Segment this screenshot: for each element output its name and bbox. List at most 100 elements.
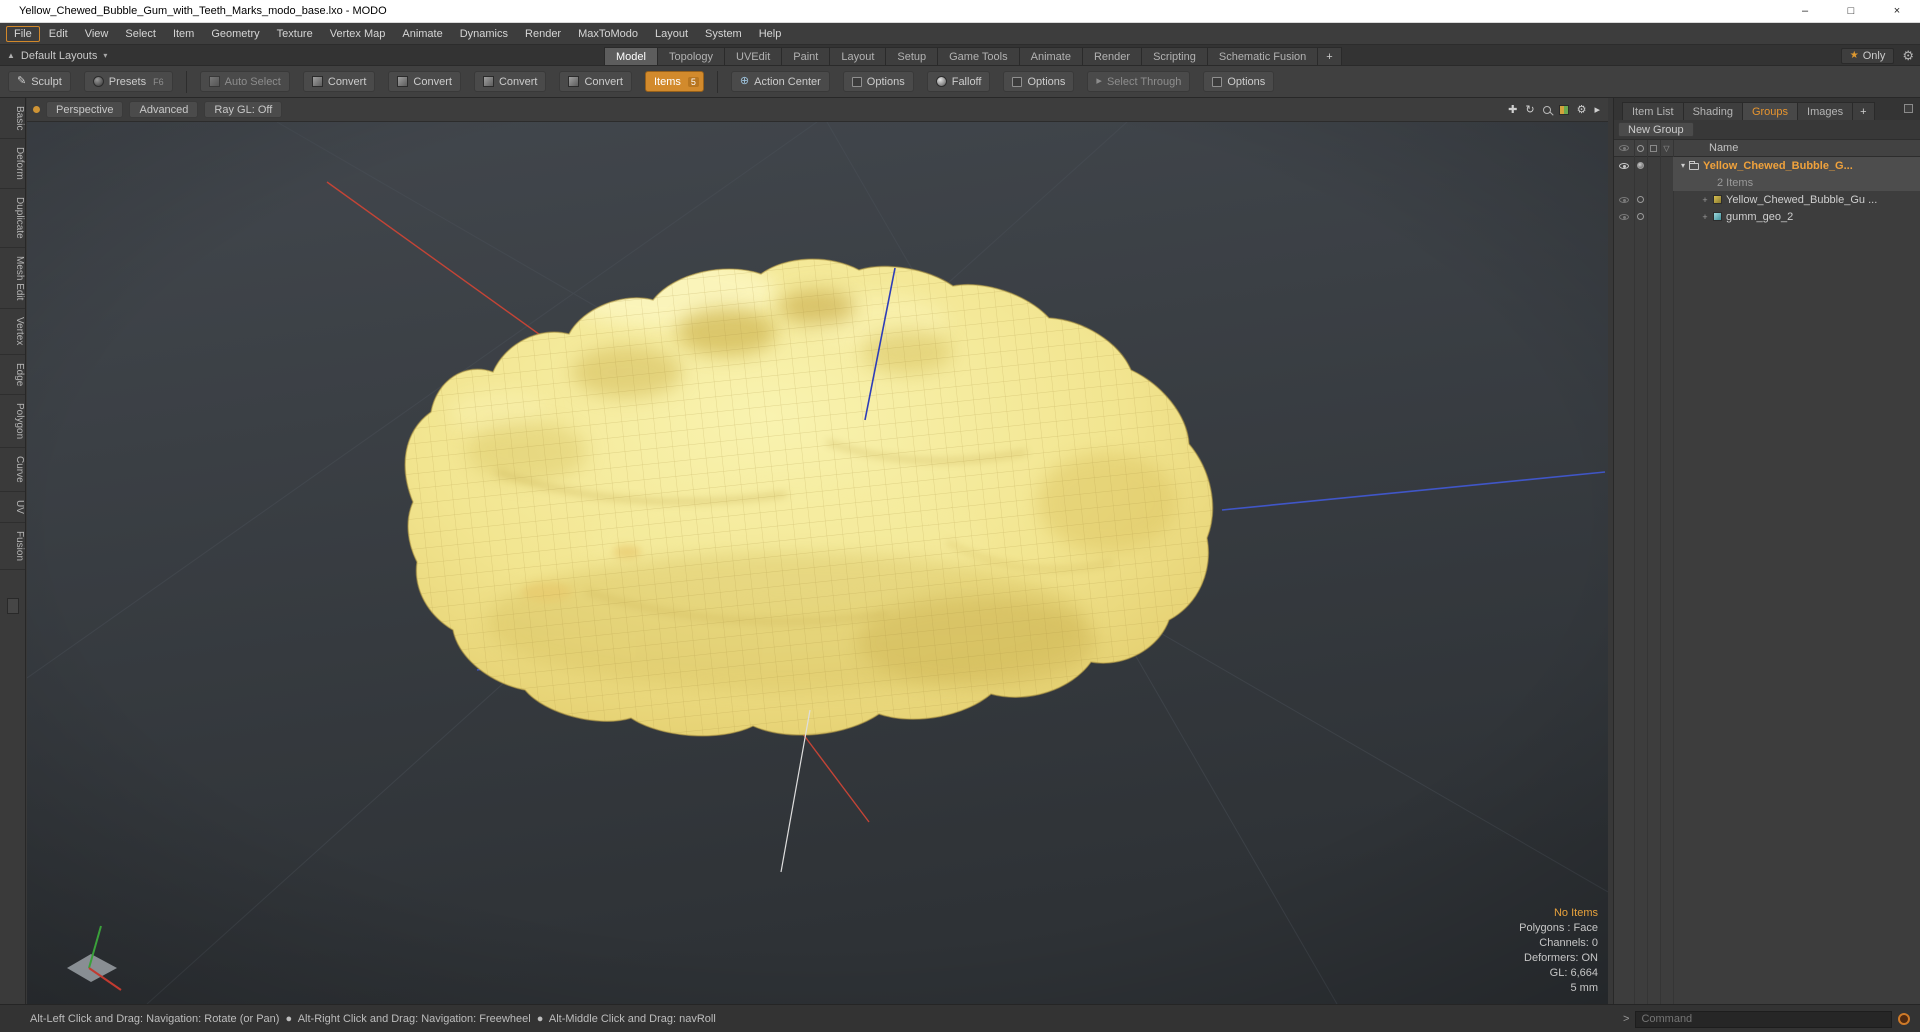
checkbox-icon[interactable] bbox=[1012, 76, 1023, 87]
tab-render[interactable]: Render bbox=[1081, 47, 1143, 66]
viewport-gear-icon[interactable]: ⚙ bbox=[1577, 104, 1587, 116]
menu-item-vertex-map[interactable]: Vertex Map bbox=[322, 26, 394, 42]
eye-icon[interactable] bbox=[1619, 196, 1629, 203]
tab-schematic-fusion[interactable]: Schematic Fusion bbox=[1206, 47, 1319, 66]
new-group-button[interactable]: New Group bbox=[1618, 122, 1694, 137]
menu-item-select[interactable]: Select bbox=[117, 26, 164, 42]
falloff-options-button[interactable]: Options bbox=[1003, 71, 1075, 92]
menu-item-animate[interactable]: Animate bbox=[394, 26, 450, 42]
menu-item-view[interactable]: View bbox=[77, 26, 117, 42]
layout-bar: ▲ Default Layouts ▾ Model Topology UVEdi… bbox=[0, 45, 1920, 66]
viewport-shading-button[interactable]: Advanced bbox=[129, 101, 199, 118]
menu-item-layout[interactable]: Layout bbox=[647, 26, 696, 42]
tab-scripting[interactable]: Scripting bbox=[1141, 47, 1208, 66]
render-toggle-icon[interactable] bbox=[1637, 196, 1644, 203]
render-toggle-icon[interactable] bbox=[1637, 162, 1644, 169]
group-name[interactable]: Yellow_Chewed_Bubble_G... bbox=[1703, 160, 1853, 172]
item-name[interactable]: gumm_geo_2 bbox=[1726, 211, 1793, 223]
command-input[interactable] bbox=[1635, 1010, 1892, 1028]
convert-item-button[interactable]: Convert bbox=[559, 71, 632, 92]
falloff-button[interactable]: Falloff bbox=[926, 71, 991, 92]
eye-icon[interactable] bbox=[1619, 213, 1629, 220]
gear-icon[interactable]: ⚙ bbox=[1902, 48, 1914, 64]
title-bar: Yellow_Chewed_Bubble_Gum_with_Teeth_Mark… bbox=[0, 0, 1920, 23]
sidebar-item-mesh-edit[interactable]: Mesh Edit bbox=[0, 248, 25, 310]
sidebar-item-edge[interactable]: Edge bbox=[0, 355, 25, 396]
auto-select-button[interactable]: Auto Select bbox=[199, 71, 290, 92]
table-row-item[interactable]: + gumm_geo_2 bbox=[1614, 208, 1920, 225]
viewport-perspective-button[interactable]: Perspective bbox=[46, 101, 124, 118]
checkbox-icon[interactable] bbox=[851, 76, 862, 87]
stat-polygons: Polygons : Face bbox=[1519, 922, 1598, 934]
menu-item-system[interactable]: System bbox=[697, 26, 750, 42]
sidebar-item-curve[interactable]: Curve bbox=[0, 448, 25, 492]
expander-icon[interactable]: + bbox=[1701, 195, 1709, 205]
convert-edge-button[interactable]: Convert bbox=[388, 71, 461, 92]
pan-icon[interactable]: ✚ bbox=[1508, 104, 1517, 116]
items-mode-button[interactable]: Items 5 bbox=[645, 71, 704, 92]
orbit-icon[interactable]: ↻ bbox=[1525, 104, 1534, 116]
viewport-expand-icon[interactable]: ▸ bbox=[1594, 104, 1600, 116]
item-name[interactable]: Yellow_Chewed_Bubble_Gu ... bbox=[1726, 194, 1877, 206]
expander-icon[interactable]: + bbox=[1701, 212, 1709, 222]
tab-groups[interactable]: Groups bbox=[1741, 102, 1799, 120]
menu-item-texture[interactable]: Texture bbox=[269, 26, 321, 42]
panel-resize-grip[interactable] bbox=[6, 597, 19, 614]
sidebar-item-deform[interactable]: Deform bbox=[0, 139, 25, 190]
menu-item-file[interactable]: File bbox=[6, 25, 40, 42]
disclosure-open-icon[interactable]: ▾ bbox=[1681, 161, 1685, 170]
sculpt-button[interactable]: ✎ Sculpt bbox=[8, 71, 71, 92]
tab-item-list[interactable]: Item List bbox=[1622, 102, 1684, 120]
tab-game-tools[interactable]: Game Tools bbox=[937, 47, 1020, 66]
sidebar-item-duplicate[interactable]: Duplicate bbox=[0, 189, 25, 248]
render-toggle-icon[interactable] bbox=[1637, 213, 1644, 220]
tab-paint[interactable]: Paint bbox=[781, 47, 831, 66]
tab-layout[interactable]: Layout bbox=[829, 47, 887, 66]
close-button[interactable]: × bbox=[1874, 0, 1920, 22]
tab-shading[interactable]: Shading bbox=[1682, 102, 1743, 120]
sidebar-item-fusion[interactable]: Fusion bbox=[0, 523, 25, 570]
select-through-options-button[interactable]: Options bbox=[1203, 71, 1275, 92]
tab-images[interactable]: Images bbox=[1797, 102, 1854, 120]
maximize-button[interactable]: □ bbox=[1828, 0, 1874, 22]
table-row-group[interactable]: ▾ Yellow_Chewed_Bubble_G... bbox=[1614, 157, 1920, 174]
table-row-item[interactable]: + Yellow_Chewed_Bubble_Gu ... bbox=[1614, 191, 1920, 208]
default-layouts-control[interactable]: ▲ Default Layouts ▾ bbox=[7, 45, 107, 66]
tab-model[interactable]: Model bbox=[604, 47, 658, 66]
menu-item-geometry[interactable]: Geometry bbox=[203, 26, 267, 42]
viewport-raygl-button[interactable]: Ray GL: Off bbox=[204, 101, 283, 118]
presets-button[interactable]: Presets F6 bbox=[83, 71, 173, 92]
only-toggle[interactable]: ★ Only bbox=[1840, 47, 1895, 64]
menu-item-help[interactable]: Help bbox=[751, 26, 790, 42]
viewport-3d-scene[interactable] bbox=[27, 122, 1608, 1004]
eye-icon[interactable] bbox=[1619, 162, 1629, 169]
menu-item-render[interactable]: Render bbox=[517, 26, 569, 42]
minimize-button[interactable]: – bbox=[1782, 0, 1828, 22]
menu-item-maxtomodo[interactable]: MaxToModo bbox=[570, 26, 646, 42]
checkbox-icon[interactable] bbox=[1212, 76, 1223, 87]
add-workspace-tab-button[interactable]: + bbox=[1317, 47, 1342, 66]
viewport-widget-thumb[interactable] bbox=[33, 106, 40, 113]
convert-vertex-button[interactable]: Convert bbox=[302, 71, 376, 92]
action-center-options-button[interactable]: Options bbox=[842, 71, 914, 92]
sidebar-item-vertex[interactable]: Vertex bbox=[0, 309, 25, 355]
select-through-button[interactable]: ▸ Select Through bbox=[1087, 71, 1191, 92]
sidebar-item-polygon[interactable]: Polygon bbox=[0, 395, 25, 449]
color-swatch-icon[interactable] bbox=[1558, 105, 1569, 115]
tab-uvedit[interactable]: UVEdit bbox=[724, 47, 783, 66]
sidebar-item-uv[interactable]: UV bbox=[0, 492, 25, 523]
tab-animate[interactable]: Animate bbox=[1018, 47, 1083, 66]
action-center-button[interactable]: ⊕ Action Center bbox=[730, 71, 830, 92]
macro-record-icon[interactable] bbox=[1898, 1013, 1910, 1025]
tab-topology[interactable]: Topology bbox=[656, 47, 726, 66]
add-panel-tab-button[interactable]: + bbox=[1852, 102, 1875, 120]
convert-polygon-button[interactable]: Convert bbox=[473, 71, 547, 92]
menu-item-edit[interactable]: Edit bbox=[41, 26, 76, 42]
sidebar-item-basic[interactable]: Basic bbox=[0, 98, 25, 140]
tab-setup[interactable]: Setup bbox=[885, 47, 939, 66]
panel-expand-icon[interactable] bbox=[1904, 104, 1913, 113]
zoom-icon[interactable] bbox=[1542, 106, 1551, 114]
menu-item-dynamics[interactable]: Dynamics bbox=[452, 26, 516, 42]
menu-item-item[interactable]: Item bbox=[165, 26, 202, 42]
viewport-canvas[interactable]: No Items Polygons : Face Channels: 0 Def… bbox=[27, 122, 1608, 1004]
